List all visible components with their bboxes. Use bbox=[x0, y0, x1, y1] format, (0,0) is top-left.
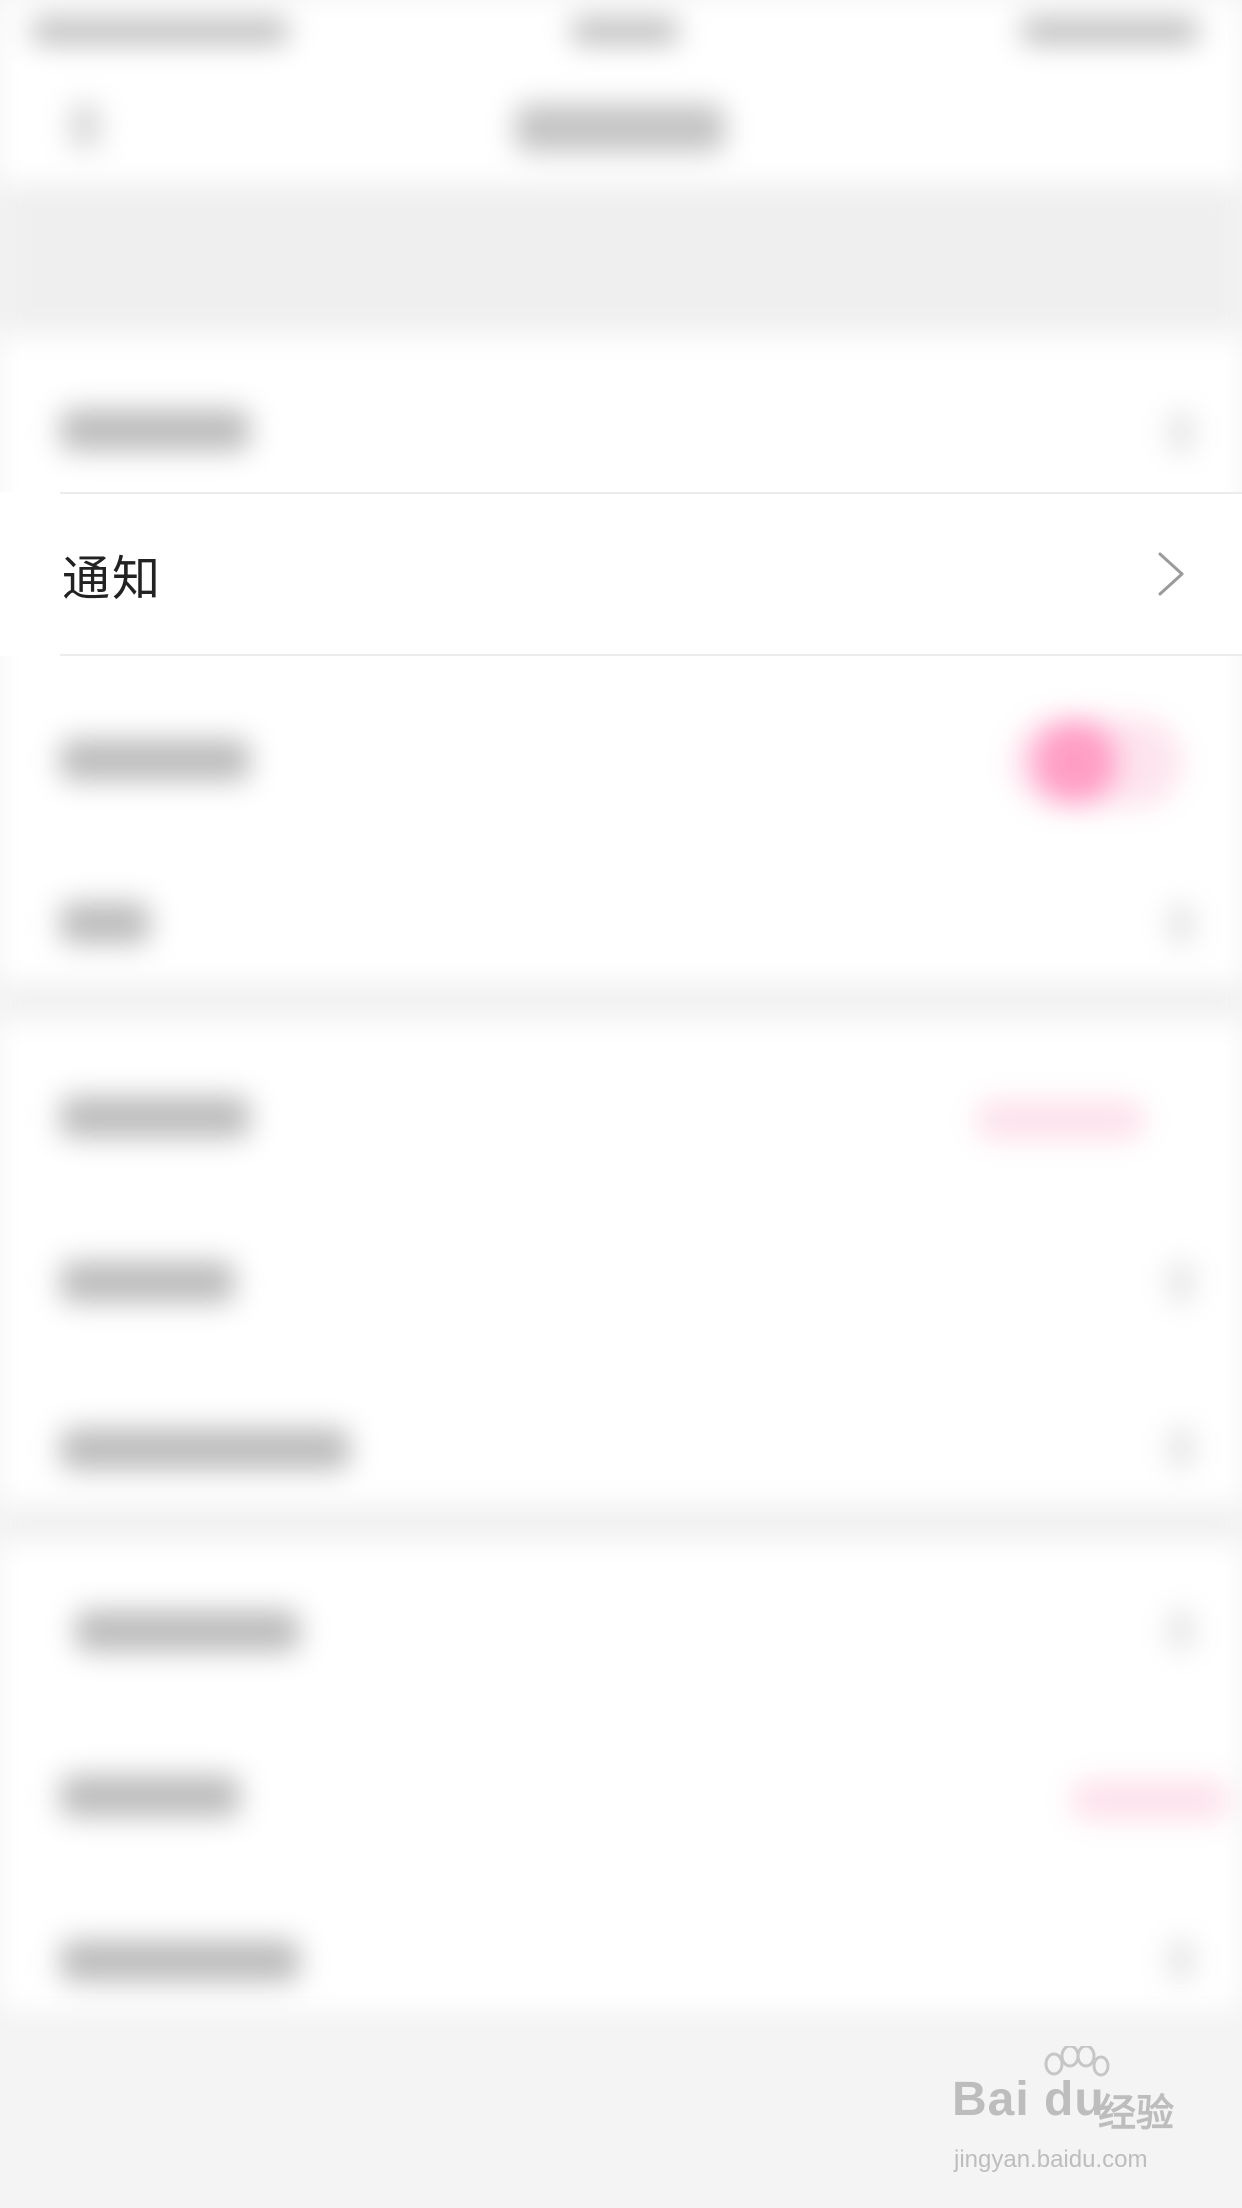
settings-row-label bbox=[60, 1428, 350, 1470]
settings-row-label bbox=[60, 1775, 240, 1817]
back-icon[interactable] bbox=[70, 104, 100, 148]
nav-bar bbox=[0, 64, 1242, 184]
section-gap bbox=[0, 984, 1242, 1018]
chevron-right-icon bbox=[1170, 1262, 1192, 1302]
section-gap bbox=[0, 1506, 1242, 1540]
row-divider bbox=[60, 654, 1242, 656]
baidu-jingyan-watermark: Bai du 经验 jingyan.baidu.com bbox=[950, 2046, 1190, 2178]
settings-row-label bbox=[60, 739, 250, 781]
chevron-right-icon bbox=[1170, 412, 1192, 452]
chevron-right-icon bbox=[1158, 552, 1184, 596]
section-gap bbox=[0, 184, 1242, 334]
settings-row-label bbox=[60, 1096, 250, 1138]
settings-group-1 bbox=[0, 334, 1242, 984]
settings-row-label bbox=[60, 409, 250, 451]
status-bar-battery bbox=[1020, 18, 1200, 44]
settings-row-label bbox=[75, 1610, 300, 1652]
page-title bbox=[515, 104, 725, 152]
status-bar-time bbox=[570, 18, 680, 44]
settings-group-2 bbox=[0, 1018, 1242, 1506]
settings-row-notifications[interactable]: 通知 bbox=[0, 492, 1242, 656]
settings-group-3 bbox=[0, 1540, 1242, 2010]
settings-screen: 通知 Bai du 经验 jingyan.baidu.com bbox=[0, 0, 1242, 2208]
watermark-url: jingyan.baidu.com bbox=[954, 2146, 1148, 2173]
chevron-right-icon bbox=[1170, 1610, 1192, 1650]
settings-row-label bbox=[60, 1261, 235, 1303]
chevron-right-icon bbox=[1170, 904, 1192, 944]
status-badge bbox=[1070, 1780, 1230, 1820]
watermark-brand: Bai du bbox=[952, 2073, 1105, 2126]
status-bar bbox=[0, 0, 1242, 64]
chevron-right-icon bbox=[1170, 1428, 1192, 1468]
status-badge bbox=[975, 1100, 1145, 1140]
status-bar-carrier bbox=[30, 18, 290, 44]
toggle-knob bbox=[1033, 720, 1117, 804]
settings-row-label bbox=[60, 1940, 300, 1982]
watermark-suffix: 经验 bbox=[1098, 2093, 1175, 2135]
settings-row-label: 通知 bbox=[62, 551, 163, 607]
chevron-right-icon bbox=[1170, 1940, 1192, 1980]
blurred-background bbox=[0, 0, 1242, 2208]
row-divider bbox=[60, 492, 1242, 494]
settings-row-label bbox=[60, 902, 150, 944]
